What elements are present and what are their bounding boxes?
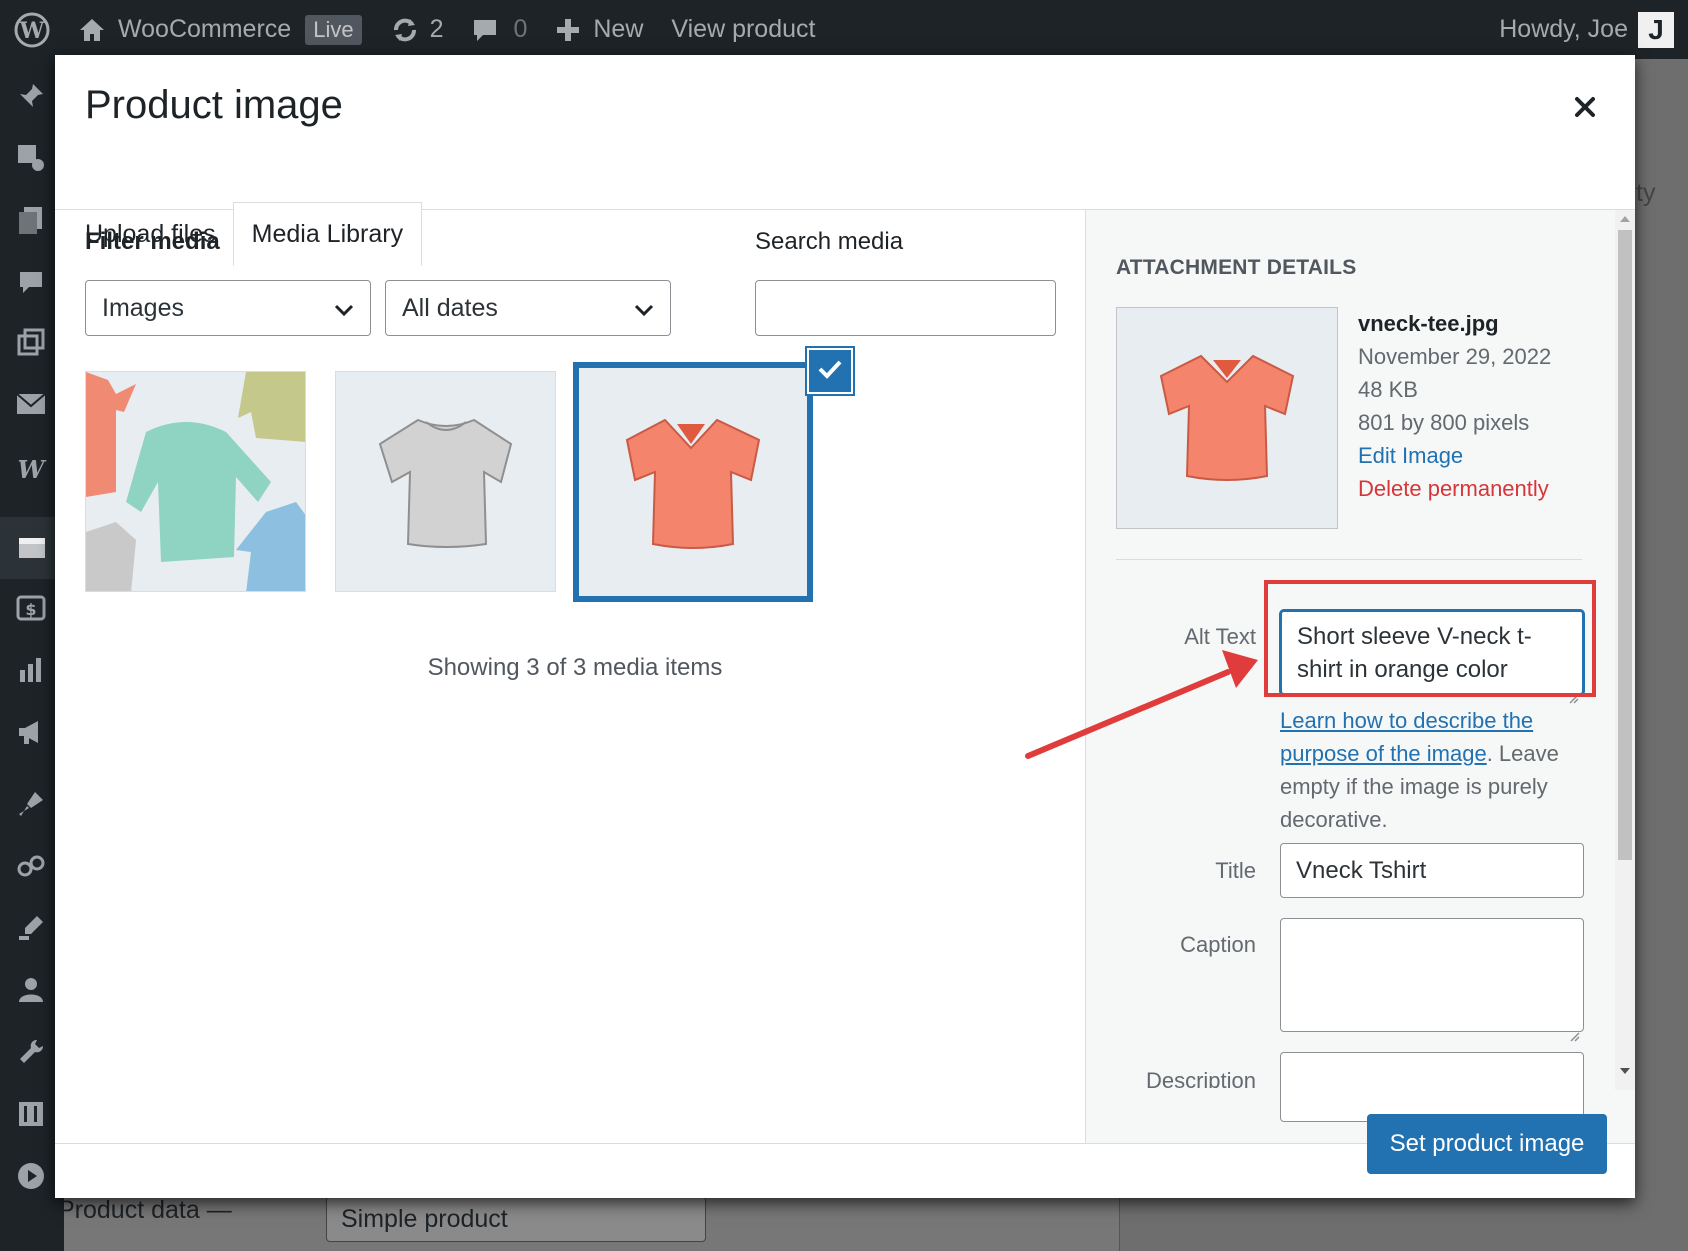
admin-bar: W WooCommerce Live 2 0 New View product … <box>0 0 1688 59</box>
alt-text-input[interactable]: Short sleeve V-neck t-shirt in orange co… <box>1280 610 1584 704</box>
resize-handle-icon[interactable] <box>1569 680 1579 704</box>
media-icon[interactable] <box>14 141 48 175</box>
play-icon[interactable] <box>14 1159 48 1193</box>
alt-text-help: Learn how to describe the purpose of the… <box>1280 704 1580 836</box>
caption-label: Caption <box>1180 932 1256 957</box>
appearance-icon[interactable] <box>14 787 48 821</box>
alt-text-value: Short sleeve V-neck t-shirt in orange co… <box>1297 623 1532 683</box>
attachment-dimensions: 801 by 800 pixels <box>1358 410 1530 435</box>
site-name-link[interactable]: WooCommerce Live <box>64 0 376 59</box>
details-divider <box>1116 559 1582 560</box>
payments-icon[interactable]: $ <box>14 591 48 625</box>
updates-link[interactable]: 2 <box>376 0 458 59</box>
product-data-label: Product data — <box>58 1196 232 1224</box>
comments-count: 0 <box>513 15 528 43</box>
pages-icon[interactable] <box>14 203 48 237</box>
updates-icon <box>390 15 420 45</box>
comments-link[interactable]: 0 <box>457 0 541 59</box>
attachment-date: November 29, 2022 <box>1358 344 1552 369</box>
filter-media-label: Filter media <box>85 228 220 255</box>
comment-icon <box>471 16 499 44</box>
plugins-icon[interactable] <box>14 849 48 883</box>
sidebar-scrollbar[interactable] <box>1615 210 1635 1090</box>
view-product-label: View product <box>671 15 816 43</box>
my-account-link[interactable]: Howdy, Joe J <box>1499 0 1674 59</box>
modal-title: Product image <box>85 83 343 127</box>
comments-menu-icon[interactable] <box>14 265 48 299</box>
media-browser: Filter media Images All dates Search med… <box>85 210 1115 1143</box>
chevron-down-icon <box>634 294 654 323</box>
svg-text:$: $ <box>25 600 36 619</box>
plus-icon <box>555 17 581 43</box>
close-icon <box>1574 96 1596 123</box>
marketing-icon[interactable] <box>14 715 48 749</box>
media-count: Showing 3 of 3 media items <box>427 654 723 681</box>
scroll-up-arrow-icon[interactable] <box>1620 216 1630 222</box>
resize-handle-icon[interactable] <box>1570 1018 1580 1042</box>
tools-icon[interactable] <box>14 1035 48 1069</box>
delete-permanently-link[interactable]: Delete permanently <box>1358 472 1551 505</box>
updates-count: 2 <box>429 15 444 43</box>
pin-icon[interactable] <box>14 79 48 113</box>
attachment-preview-image <box>1117 308 1337 528</box>
avatar: J <box>1638 11 1674 48</box>
wordpress-logo-icon: W <box>14 12 50 48</box>
attachment-details-sidebar: ATTACHMENT DETAILS vneck-tee.jpg Novembe… <box>1085 210 1635 1143</box>
wordpress-logo-link[interactable]: W <box>0 0 64 59</box>
attachment-preview <box>1116 307 1338 529</box>
attachment-filename: vneck-tee.jpg <box>1358 311 1499 336</box>
users-icon[interactable] <box>14 973 48 1007</box>
media-modal: Product image Upload files Media Library… <box>55 55 1635 1198</box>
new-content-link[interactable]: New <box>541 0 657 59</box>
attachment-size: 48 KB <box>1358 377 1418 402</box>
attachment-details-heading: ATTACHMENT DETAILS <box>1116 256 1357 279</box>
vneck-tee-image <box>579 368 807 596</box>
set-product-image-button[interactable]: Set product image <box>1367 1114 1607 1174</box>
media-type-filter-value: Images <box>102 293 184 322</box>
new-label: New <box>593 15 644 43</box>
svg-text:W: W <box>19 18 45 44</box>
title-input[interactable] <box>1280 843 1584 898</box>
greeting: Howdy, Joe <box>1499 15 1628 43</box>
media-item-long-sleeve-tees[interactable] <box>85 371 306 592</box>
close-button[interactable] <box>1559 83 1611 135</box>
search-media-input[interactable] <box>755 280 1056 336</box>
caption-textarea[interactable] <box>1280 918 1584 1042</box>
date-filter[interactable]: All dates <box>385 280 671 336</box>
view-product-link[interactable]: View product <box>657 0 829 59</box>
settings-icon[interactable] <box>14 1097 48 1131</box>
title-label: Title <box>1215 858 1256 883</box>
description-label: Description <box>1145 1068 1256 1088</box>
media-item-gray-tshirt[interactable] <box>335 371 556 592</box>
live-badge: Live <box>305 14 362 45</box>
mail-icon[interactable] <box>14 387 48 421</box>
search-media-label: Search media <box>755 228 904 255</box>
site-name: WooCommerce <box>118 15 292 43</box>
product-type-select: Simple product <box>326 1196 706 1242</box>
analytics-icon[interactable] <box>14 653 48 687</box>
edit-image-link[interactable]: Edit Image <box>1358 439 1551 472</box>
woocommerce-icon[interactable]: W <box>14 453 48 487</box>
svg-text:W: W <box>18 458 47 482</box>
checkmark-icon <box>817 358 843 385</box>
alt-text-label: Alt Text <box>1184 624 1256 649</box>
snippets-icon[interactable] <box>14 911 48 945</box>
description-textarea[interactable] <box>1280 1052 1584 1122</box>
chevron-down-icon <box>334 294 354 323</box>
scroll-down-arrow-icon[interactable] <box>1620 1068 1630 1074</box>
media-type-filter[interactable]: Images <box>85 280 371 336</box>
selected-checkbox[interactable] <box>807 348 853 394</box>
date-filter-value: All dates <box>402 293 498 322</box>
media-item-vneck-tee[interactable] <box>573 362 813 602</box>
long-sleeve-tees-image <box>86 372 305 591</box>
scrollbar-thumb[interactable] <box>1618 230 1632 860</box>
attachment-info: vneck-tee.jpg November 29, 2022 48 KB 80… <box>1358 307 1551 505</box>
duplicate-icon[interactable] <box>14 325 48 359</box>
home-icon <box>78 16 106 44</box>
gray-tshirt-image <box>336 372 555 591</box>
